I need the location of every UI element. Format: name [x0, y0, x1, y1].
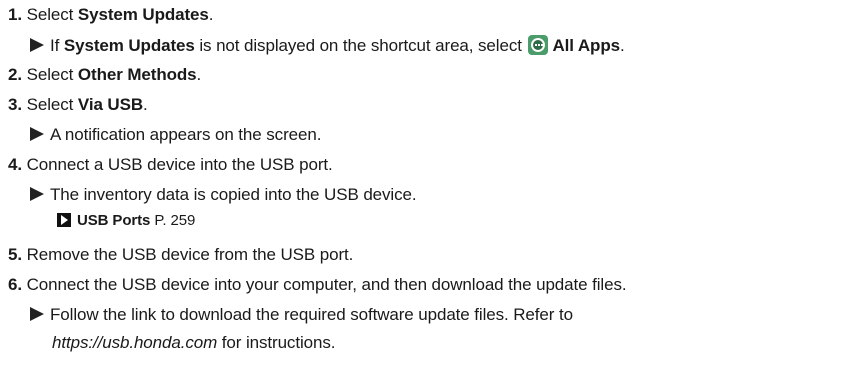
step-text: Connect the USB device into your compute… [26, 275, 627, 294]
note-text-end: . [619, 36, 625, 55]
step-6: 6. Connect the USB device into your comp… [8, 274, 627, 296]
cross-reference-icon [57, 213, 71, 227]
step-6-note-continued: https://usb.honda.com for instructions. [52, 332, 335, 354]
step-text-end: . [208, 5, 214, 24]
step-number: 4. [8, 155, 22, 174]
menu-item-name: All Apps [552, 36, 620, 55]
note-text: The inventory data is copied into the US… [50, 185, 417, 204]
menu-item-name: System Updates [77, 5, 209, 24]
step-5: 5. Remove the USB device from the USB po… [8, 244, 353, 266]
step-text: Connect a USB device into the USB port. [26, 155, 333, 174]
step-text-end: . [196, 65, 202, 84]
step-6-note: Follow the link to download the required… [30, 304, 573, 326]
url-link[interactable]: https://usb.honda.com [52, 333, 217, 352]
step-text-end: . [143, 95, 148, 114]
step-1: 1. Select System Updates. [8, 4, 213, 26]
menu-item-name: Via USB [77, 95, 144, 114]
step-number: 3. [8, 95, 22, 114]
note-text: If [50, 36, 64, 55]
step-text: Select [26, 95, 78, 114]
note-text: is not displayed on the shortcut area, s… [194, 36, 527, 55]
menu-item-name: Other Methods [77, 65, 197, 84]
step-number: 6. [8, 275, 22, 294]
step-1-note: If System Updates is not displayed on th… [30, 35, 625, 57]
all-apps-icon [528, 35, 549, 55]
step-2: 2. Select Other Methods. [8, 64, 201, 86]
cross-reference[interactable]: USB Ports P. 259 [57, 210, 195, 232]
menu-item-name: System Updates [63, 36, 195, 55]
step-3-note: A notification appears on the screen. [30, 124, 321, 146]
step-number: 1. [8, 5, 22, 24]
result-arrow-icon [30, 187, 44, 201]
step-4-note: The inventory data is copied into the US… [30, 184, 417, 206]
step-number: 5. [8, 245, 22, 264]
note-text: Follow the link to download the required… [50, 305, 573, 324]
instructions-document: 1. Select System Updates. If System Upda… [0, 0, 857, 365]
step-text: Remove the USB device from the USB port. [26, 245, 354, 264]
result-arrow-icon [30, 38, 44, 52]
reference-page: P. 259 [150, 212, 196, 229]
step-text: Select [26, 5, 78, 24]
step-3: 3. Select Via USB. [8, 94, 148, 116]
note-text: A notification appears on the screen. [50, 125, 322, 144]
step-number: 2. [8, 65, 22, 84]
step-text: Select [26, 65, 78, 84]
result-arrow-icon [30, 307, 44, 321]
result-arrow-icon [30, 127, 44, 141]
note-text: for instructions. [217, 333, 336, 352]
step-4: 4. Connect a USB device into the USB por… [8, 154, 333, 176]
reference-title[interactable]: USB Ports [77, 212, 150, 229]
